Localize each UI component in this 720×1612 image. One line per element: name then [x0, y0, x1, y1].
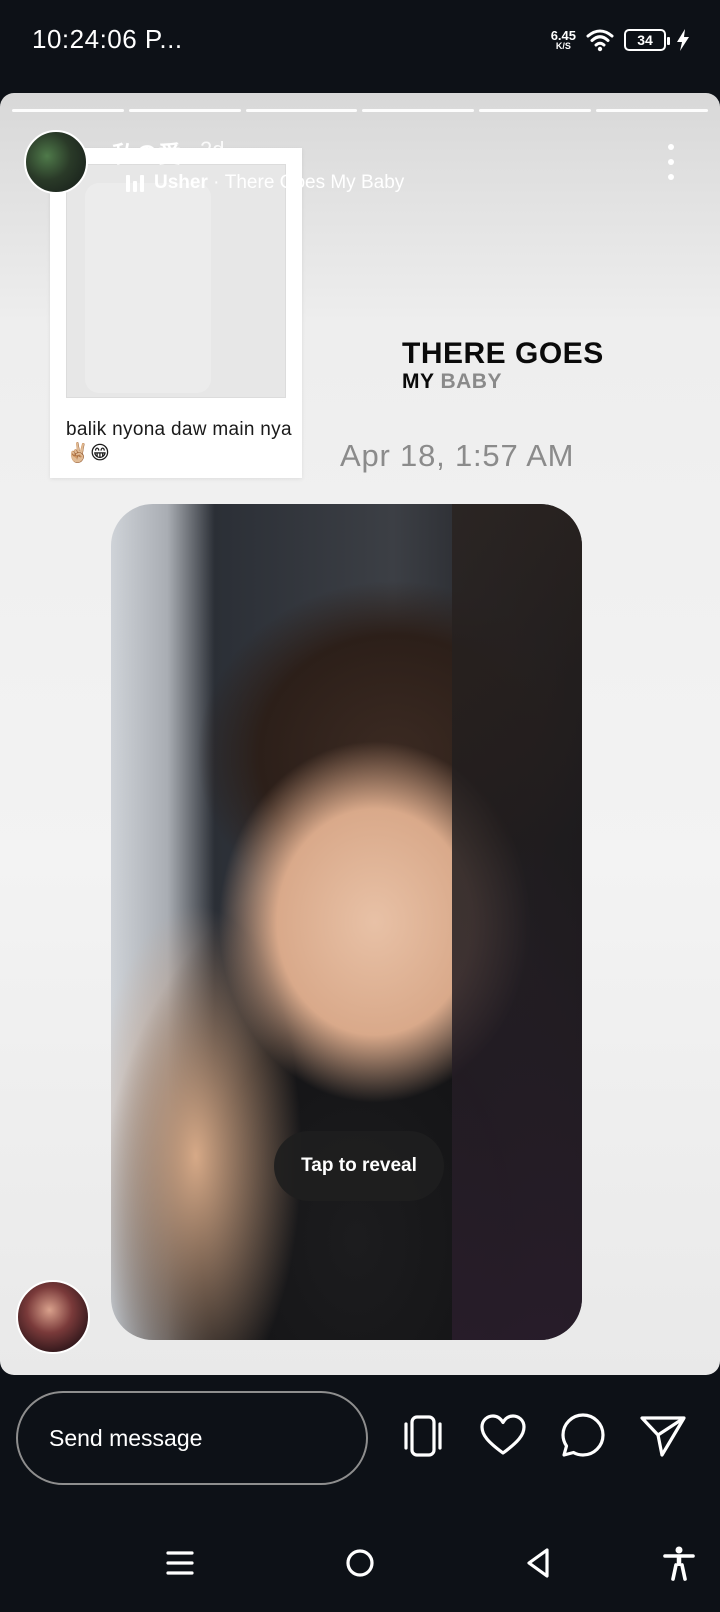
heart-icon[interactable] [478, 1411, 528, 1461]
music-artist: Usher [154, 172, 208, 193]
phone-vibrate-icon[interactable] [398, 1411, 448, 1461]
progress-segment [12, 109, 124, 112]
more-vert-icon[interactable] [656, 142, 686, 182]
battery-indicator: 34 [624, 29, 670, 51]
comment-icon[interactable] [558, 1411, 608, 1461]
song-sticker-word-baby: BABY [440, 370, 502, 393]
progress-segment [596, 109, 708, 112]
story-author-name[interactable]: 私の愛 [112, 135, 181, 169]
music-bars-icon [126, 174, 144, 192]
story-progress [12, 109, 708, 113]
progress-segment [362, 109, 475, 112]
back-triangle-icon[interactable] [520, 1545, 556, 1581]
story-action-bar: Send message [0, 1375, 720, 1515]
music-separator: · [207, 172, 225, 193]
progress-segment [479, 109, 592, 112]
accessibility-icon[interactable] [661, 1545, 697, 1581]
polaroid-caption: balik nyona daw main nya✌🏼😁 [66, 419, 292, 464]
wifi-icon [586, 29, 614, 52]
send-message-input[interactable]: Send message [16, 1391, 368, 1485]
progress-segment [128, 109, 241, 112]
viewer-avatar[interactable] [16, 1280, 90, 1354]
charging-icon [677, 29, 689, 51]
network-speed-unit: K/S [555, 41, 571, 51]
status-icons: 6.45 K/S 34 [551, 24, 690, 56]
song-title-sticker[interactable]: THERE GOES MY BABY [402, 337, 604, 393]
music-attribution[interactable]: Usher · There Goes My Baby [126, 172, 404, 194]
tap-to-reveal-button[interactable]: Tap to reveal [274, 1131, 444, 1201]
home-circle-icon[interactable] [342, 1545, 378, 1581]
progress-segment [245, 109, 358, 112]
status-bar: 10:24:06 P... 6.45 K/S 34 [0, 0, 720, 80]
song-sticker-line1: THERE GOES [402, 337, 604, 370]
photo-shadow [452, 504, 582, 1340]
status-time: 10:24:06 P... [32, 24, 183, 54]
story-author-avatar[interactable] [24, 130, 88, 194]
date-stamp: Apr 18, 1:57 AM [340, 438, 575, 473]
song-sticker-line2: MY BABY [402, 371, 604, 392]
network-speed: 6.45 K/S [551, 29, 576, 51]
polaroid-photo-placeholder [85, 183, 211, 393]
song-sticker-word-my: MY [402, 370, 435, 393]
system-nav-bar [0, 1515, 720, 1612]
menu-icon[interactable] [162, 1545, 198, 1581]
hidden-photo[interactable] [111, 504, 582, 1340]
music-title: There Goes My Baby [224, 172, 405, 193]
send-icon[interactable] [638, 1411, 688, 1461]
polaroid-photo [66, 164, 286, 398]
story-post-age: 2d [200, 137, 225, 162]
